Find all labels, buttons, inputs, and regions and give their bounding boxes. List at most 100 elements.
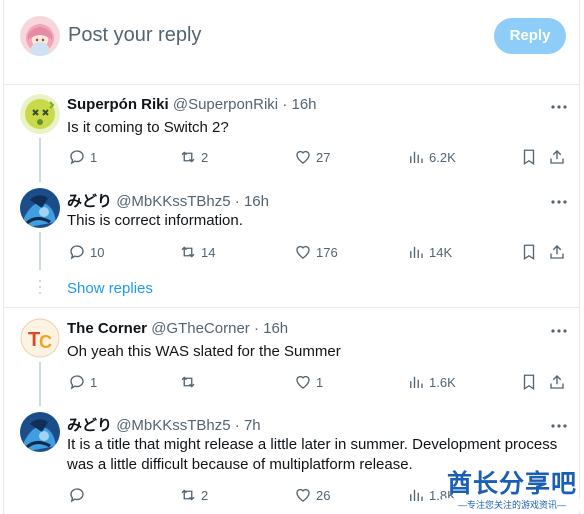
bookmark-action[interactable]: [520, 147, 542, 167]
svg-text:C: C: [39, 332, 52, 352]
avatar[interactable]: [20, 412, 60, 452]
watermark: 酋长分享吧 —专注您关注的游戏资讯—: [442, 464, 582, 512]
repost-icon: [181, 246, 195, 258]
more-options-icon[interactable]: [549, 418, 569, 428]
like-action[interactable]: 1: [294, 372, 323, 392]
display-name[interactable]: Superpón Riki: [67, 96, 169, 113]
avatar[interactable]: [20, 188, 60, 228]
more-options-icon[interactable]: [549, 99, 569, 109]
reply-count: 1: [90, 374, 98, 390]
tweet-text: Is it coming to Switch 2?: [67, 119, 229, 136]
user-handle[interactable]: @MbKKssTBhz5: [116, 417, 230, 434]
more-options-icon[interactable]: [549, 194, 569, 204]
thread-dot: [39, 286, 41, 288]
reply-action[interactable]: 1: [68, 372, 97, 392]
reply-action[interactable]: [68, 485, 90, 505]
heart-icon: [296, 245, 310, 259]
heart-icon: [296, 375, 310, 389]
tweet-text: Oh yeah this WAS slated for the Summer: [67, 343, 341, 360]
user-handle[interactable]: @MbKKssTBhz5: [116, 193, 230, 210]
repost-count: 2: [201, 149, 209, 165]
user-handle[interactable]: @GTheCorner: [151, 320, 250, 337]
reply-composer: Post your reply Reply: [0, 0, 584, 84]
like-action[interactable]: 26: [294, 485, 330, 505]
views-count: 6.2K: [429, 149, 456, 165]
bookmark-icon: [523, 374, 535, 391]
timestamp[interactable]: · 16h: [254, 320, 288, 337]
repost-icon: [181, 376, 195, 388]
reply-icon: [70, 150, 84, 165]
watermark-title: 酋长分享吧: [446, 470, 577, 498]
user-handle[interactable]: @SuperponRiki: [173, 96, 278, 113]
share-icon: [550, 150, 564, 164]
timestamp[interactable]: · 16h: [235, 193, 269, 210]
like-count: 176: [316, 244, 338, 260]
tweet-header: The Corner @GTheCorner · 16h: [67, 320, 288, 337]
reply-icon: [70, 245, 84, 260]
reply-icon: [70, 375, 84, 390]
reply-icon: [70, 488, 84, 503]
display-name[interactable]: みどり: [67, 417, 112, 434]
repost-icon: [181, 489, 195, 501]
bookmark-icon: [523, 244, 535, 261]
bookmark-action[interactable]: [520, 372, 542, 392]
reply-count: 1: [90, 149, 98, 165]
display-name[interactable]: みどり: [67, 193, 112, 210]
tweet-header: Superpón Riki @SuperponRiki · 16h: [67, 96, 317, 113]
bookmark-icon: [523, 149, 535, 166]
views-count: 1.6K: [429, 374, 456, 390]
share-action[interactable]: [548, 372, 570, 392]
thread-line: [39, 232, 41, 270]
share-action[interactable]: [548, 242, 570, 262]
heart-icon: [296, 150, 310, 164]
like-action[interactable]: 176: [294, 242, 338, 262]
share-icon: [550, 245, 564, 259]
like-count: 27: [316, 149, 331, 165]
timestamp[interactable]: · 7h: [235, 417, 261, 434]
thread-line: [39, 138, 41, 182]
share-icon: [550, 375, 564, 389]
views-action[interactable]: 1.6K: [407, 372, 456, 392]
divider: [4, 84, 579, 85]
reply-action[interactable]: 10: [68, 242, 104, 262]
repost-count: 14: [201, 244, 216, 260]
views-count: 14K: [429, 244, 453, 260]
repost-count: 2: [201, 487, 209, 503]
display-name[interactable]: The Corner: [67, 320, 147, 337]
views-action[interactable]: 14K: [407, 242, 452, 262]
watermark-subtitle: —专注您关注的游戏资讯—: [442, 498, 582, 511]
repost-action[interactable]: 14: [179, 242, 215, 262]
avatar[interactable]: T C: [20, 318, 60, 358]
tweet-header: みどり @MbKKssTBhz5 · 7h: [67, 414, 261, 435]
bookmark-action[interactable]: [520, 242, 542, 262]
like-action[interactable]: 27: [294, 147, 330, 167]
repost-action[interactable]: 2: [179, 147, 208, 167]
heart-icon: [296, 488, 310, 502]
like-count: 1: [316, 374, 324, 390]
user-avatar[interactable]: [20, 16, 60, 56]
timestamp[interactable]: · 16h: [282, 96, 316, 113]
divider: [4, 307, 579, 308]
repost-icon: [181, 151, 195, 163]
views-icon: [410, 376, 423, 388]
like-count: 26: [316, 487, 331, 503]
avatar[interactable]: [20, 94, 60, 134]
reply-button[interactable]: Reply: [494, 18, 566, 54]
reply-input[interactable]: Post your reply: [68, 24, 201, 47]
reply-action[interactable]: 1: [68, 147, 97, 167]
tweet-header: みどり @MbKKssTBhz5 · 16h: [67, 190, 269, 211]
reply-count: 10: [90, 244, 105, 260]
views-icon: [410, 489, 423, 501]
thread-dot: [39, 280, 41, 282]
more-options-icon[interactable]: [549, 323, 569, 333]
repost-action[interactable]: [179, 372, 201, 392]
repost-action[interactable]: 2: [179, 485, 208, 505]
thread-line: [39, 362, 41, 406]
views-icon: [410, 151, 423, 163]
views-icon: [410, 246, 423, 258]
share-action[interactable]: [548, 147, 570, 167]
tweet-text: This is correct information.: [67, 212, 243, 229]
views-action[interactable]: 6.2K: [407, 147, 456, 167]
thread-dot: [39, 292, 41, 294]
show-replies-link[interactable]: Show replies: [67, 280, 153, 297]
